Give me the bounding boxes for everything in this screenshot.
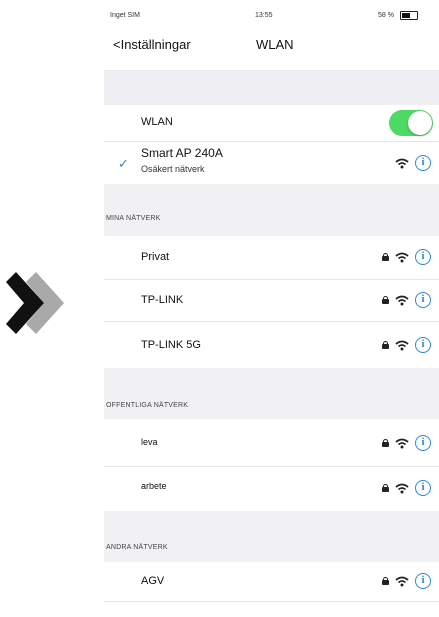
wifi-icon bbox=[395, 158, 409, 168]
network-row[interactable]: arbete i bbox=[104, 467, 439, 511]
back-button[interactable]: <Inställningar bbox=[113, 37, 191, 52]
info-icon[interactable]: i bbox=[415, 573, 431, 589]
wifi-icon bbox=[395, 438, 409, 448]
lock-icon bbox=[382, 296, 389, 304]
wifi-icon bbox=[395, 295, 409, 305]
wlan-toggle[interactable] bbox=[389, 110, 433, 136]
info-icon[interactable]: i bbox=[415, 155, 431, 171]
network-subtitle: Osäkert nätverk bbox=[141, 164, 205, 174]
section-header-public-networks: OFFENTLIGA NÄTVERK bbox=[104, 368, 439, 419]
network-name: Privat bbox=[141, 251, 170, 263]
network-name: arbete bbox=[141, 481, 167, 491]
lock-icon bbox=[382, 253, 389, 261]
network-row[interactable]: TP-LINK i bbox=[104, 280, 439, 322]
battery-percent: 58 % bbox=[378, 12, 394, 19]
navigation-bar: <Inställningar WLAN bbox=[104, 26, 439, 71]
network-name: TP-LINK bbox=[141, 294, 184, 306]
network-name: Smart AP 240A bbox=[141, 146, 223, 160]
network-name: AGV bbox=[141, 575, 165, 587]
info-icon[interactable]: i bbox=[415, 480, 431, 496]
info-icon[interactable]: i bbox=[415, 249, 431, 265]
group-separator bbox=[104, 71, 439, 105]
battery-indicator: 58 % bbox=[378, 11, 418, 20]
carrier-label: Inget SIM bbox=[110, 12, 140, 19]
checkmark-icon: ✓ bbox=[118, 156, 129, 171]
network-name: TP-LINK 5G bbox=[141, 339, 201, 351]
wifi-icon bbox=[395, 340, 409, 350]
section-header-my-networks: MINA NÄTVERK bbox=[104, 184, 439, 236]
section-header-other-networks: ANDRA NÄTVERK bbox=[104, 511, 439, 562]
toggle-knob bbox=[408, 111, 432, 135]
info-icon[interactable]: i bbox=[415, 337, 431, 353]
network-row[interactable]: leva i bbox=[104, 420, 439, 467]
info-icon[interactable]: i bbox=[415, 292, 431, 308]
wlan-toggle-row: WLAN bbox=[104, 105, 439, 142]
double-chevron-icon bbox=[6, 272, 64, 334]
lock-icon bbox=[382, 484, 389, 492]
lock-icon bbox=[382, 577, 389, 585]
battery-icon bbox=[399, 11, 418, 20]
wlan-label: WLAN bbox=[141, 116, 173, 128]
network-name: leva bbox=[141, 437, 158, 447]
network-row[interactable]: TP-LINK 5G i bbox=[104, 322, 439, 368]
lock-icon bbox=[382, 439, 389, 447]
section-title: ANDRA NÄTVERK bbox=[106, 544, 168, 551]
wifi-icon bbox=[395, 576, 409, 586]
status-bar: Inget SIM 13:55 58 % bbox=[104, 0, 439, 26]
network-row[interactable]: AGV i bbox=[104, 563, 439, 602]
info-icon[interactable]: i bbox=[415, 435, 431, 451]
clock: 13:55 bbox=[255, 12, 273, 19]
network-row[interactable]: Privat i bbox=[104, 237, 439, 280]
wifi-icon bbox=[395, 483, 409, 493]
phone-screen: Inget SIM 13:55 58 % <Inställningar WLAN… bbox=[104, 0, 439, 617]
section-title: OFFENTLIGA NÄTVERK bbox=[106, 402, 189, 409]
lock-icon bbox=[382, 341, 389, 349]
wifi-icon bbox=[395, 252, 409, 262]
page-title: WLAN bbox=[256, 37, 294, 52]
section-title: MINA NÄTVERK bbox=[106, 215, 161, 222]
connected-network-row[interactable]: ✓ Smart AP 240A Osäkert nätverk i bbox=[104, 142, 439, 184]
